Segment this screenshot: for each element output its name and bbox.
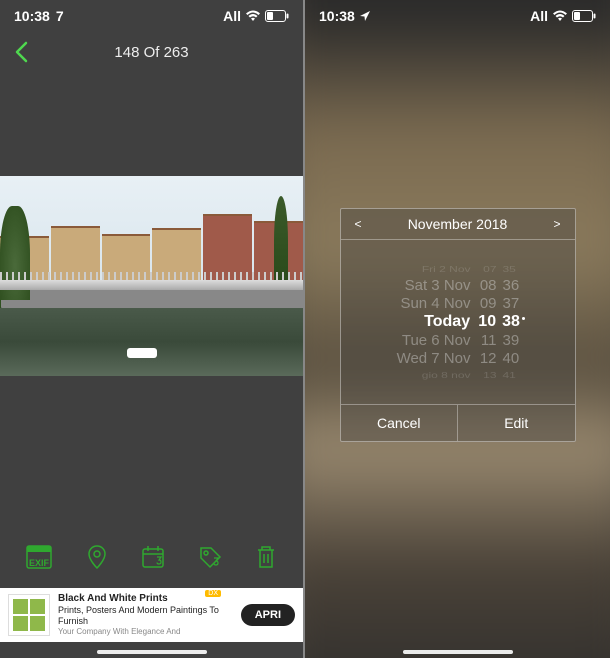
date-button[interactable] <box>140 544 166 570</box>
battery-icon <box>265 10 289 22</box>
photo-preview[interactable] <box>0 176 303 376</box>
picker-header: < November 2018 > <box>341 209 575 240</box>
cancel-button[interactable]: Cancel <box>341 405 459 441</box>
ad-banner[interactable]: Black And White Prints Prints, Posters A… <box>0 588 303 642</box>
prev-month-button[interactable]: < <box>351 215 366 233</box>
screen-photo-viewer: 10:38 7 All 148 Of 263 <box>0 0 305 658</box>
status-time: 10:38 <box>319 8 355 24</box>
home-indicator[interactable] <box>97 650 207 654</box>
ad-app-icon <box>8 594 50 636</box>
status-date-fragment: 7 <box>56 8 64 24</box>
carrier-label: All <box>530 8 548 24</box>
picker-row[interactable]: Sun 4 Nov0937 <box>341 295 575 312</box>
picker-row[interactable]: Fri 2 Nov0735 <box>341 264 575 274</box>
home-indicator[interactable] <box>403 650 513 654</box>
screen-date-picker: 10:38 All < November 2018 > Fri 2 Nov073… <box>305 0 610 658</box>
ad-badge: DX <box>205 590 221 597</box>
date-picker-modal: < November 2018 > Fri 2 Nov0735 Sat 3 Nov… <box>340 208 576 442</box>
nav-bar: 148 Of 263 <box>0 32 303 72</box>
picker-row[interactable]: Today1038 <box>341 313 575 331</box>
picker-month-title: November 2018 <box>408 216 508 232</box>
photo-counter: 148 Of 263 <box>114 44 188 61</box>
next-month-button[interactable]: > <box>549 215 564 233</box>
picker-row[interactable]: Wed 7 Nov1240 <box>341 350 575 367</box>
picker-row[interactable]: Sat 3 Nov0836 <box>341 277 575 294</box>
picker-wheel[interactable]: Fri 2 Nov0735Sat 3 Nov0836Sun 4 Nov0937T… <box>341 240 575 404</box>
bottom-toolbar: EXIF <box>0 532 303 582</box>
battery-icon <box>572 10 596 22</box>
edit-button[interactable]: Edit <box>458 405 575 441</box>
picker-row[interactable]: Tue 6 Nov1139 <box>341 332 575 349</box>
ad-cta-button[interactable]: APRI <box>241 604 295 626</box>
back-button[interactable] <box>0 41 42 63</box>
svg-text:EXIF: EXIF <box>29 558 50 568</box>
location-services-icon <box>359 10 371 22</box>
carrier-label: All <box>223 8 241 24</box>
wifi-icon <box>552 10 568 22</box>
delete-button[interactable] <box>254 544 278 570</box>
location-button[interactable] <box>84 544 110 570</box>
wifi-icon <box>245 10 261 22</box>
tag-button[interactable] <box>197 544 223 570</box>
exif-button[interactable]: EXIF <box>25 544 53 570</box>
picker-footer: Cancel Edit <box>341 404 575 441</box>
picker-row[interactable]: gio 8 nov1341 <box>341 370 575 380</box>
status-time: 10:38 <box>14 8 50 24</box>
ad-text: Black And White Prints Prints, Posters A… <box>58 593 233 636</box>
status-bar: 10:38 7 All <box>0 0 303 32</box>
status-bar: 10:38 All <box>305 0 610 32</box>
